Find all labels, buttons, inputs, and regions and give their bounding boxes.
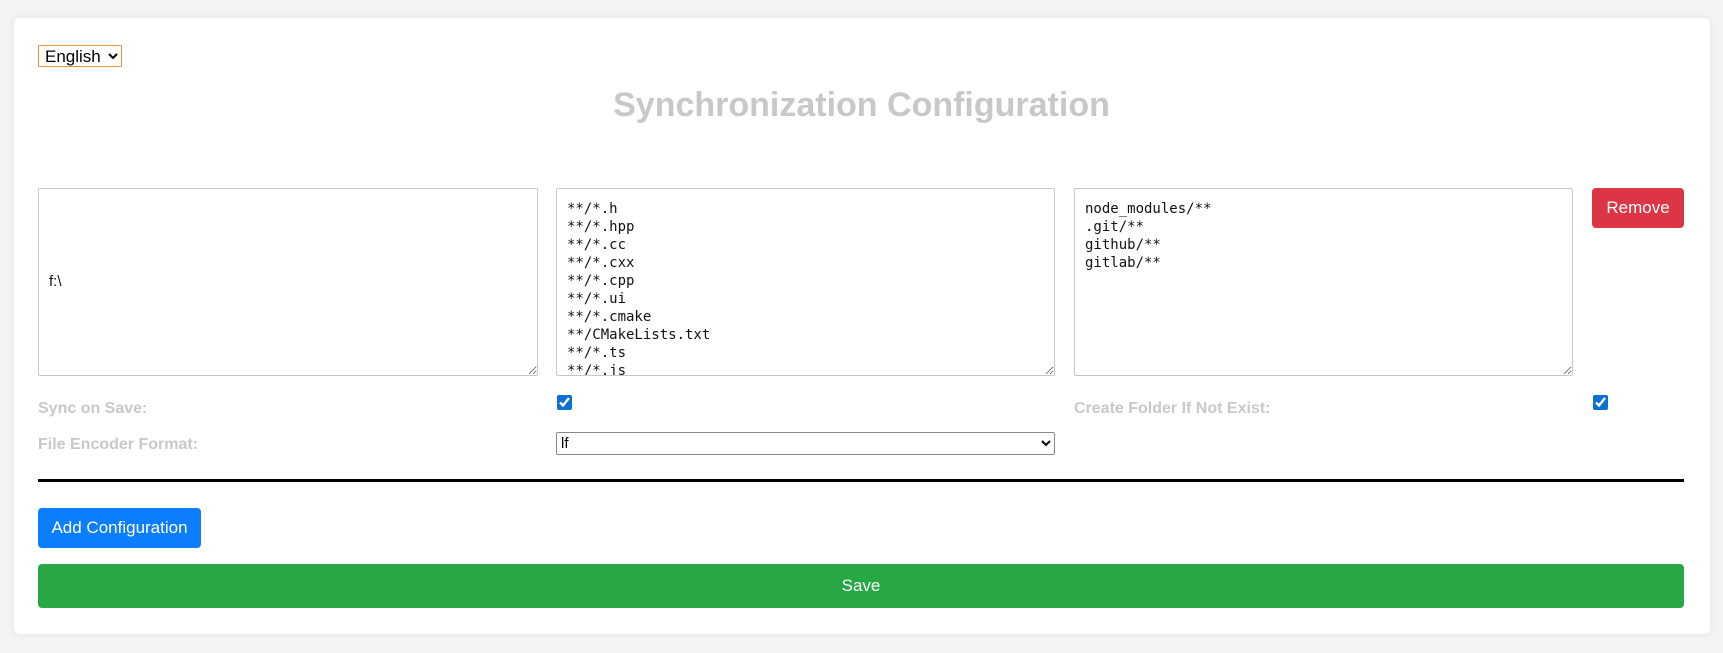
sync-on-save-label: Sync on Save:: [38, 400, 148, 417]
remove-button[interactable]: Remove: [1592, 188, 1684, 228]
sync-on-save-checkbox[interactable]: [557, 395, 572, 410]
add-configuration-button[interactable]: Add Configuration: [38, 508, 201, 548]
exclude-patterns-textarea[interactable]: node_modules/** .git/** github/** gitlab…: [1074, 188, 1573, 376]
file-encoder-format-label: File Encoder Format:: [38, 436, 199, 453]
file-encoder-format-select[interactable]: lf: [556, 432, 1055, 455]
path-textarea[interactable]: f:\: [38, 188, 538, 376]
divider: [38, 479, 1684, 482]
create-folder-checkbox[interactable]: [1593, 395, 1608, 410]
include-patterns-textarea[interactable]: **/*.h **/*.hpp **/*.cc **/*.cxx **/*.cp…: [556, 188, 1055, 376]
save-button[interactable]: Save: [38, 564, 1684, 608]
create-folder-label: Create Folder If Not Exist:: [1074, 400, 1271, 417]
language-select[interactable]: English: [38, 45, 122, 67]
page-title: Synchronization Configuration: [613, 86, 1110, 124]
